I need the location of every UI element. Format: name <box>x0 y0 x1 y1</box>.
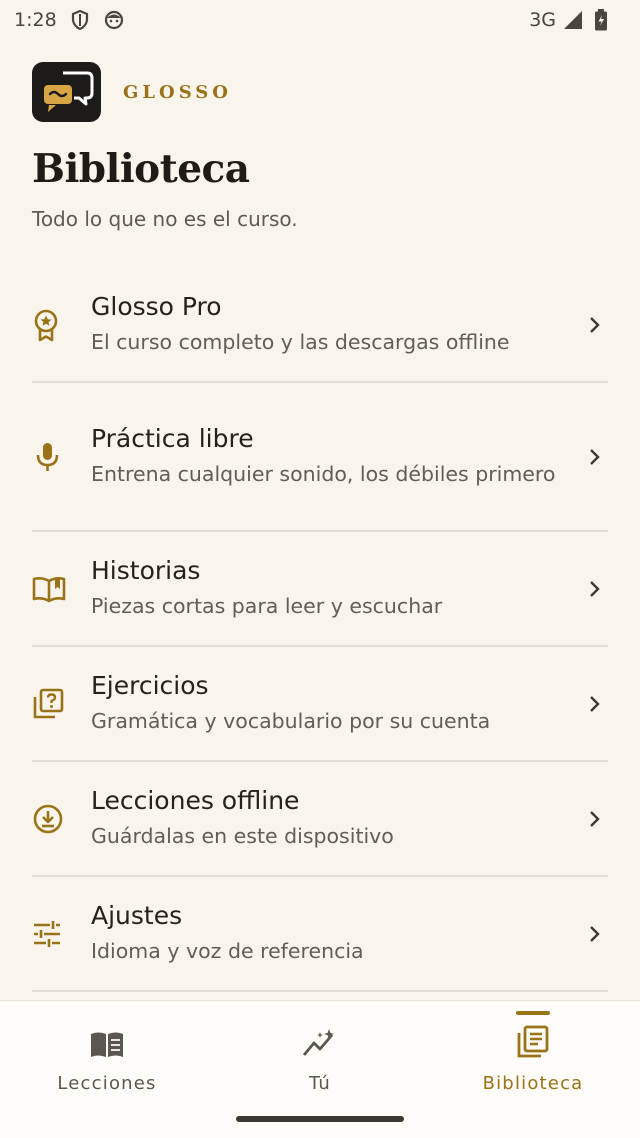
award-icon <box>32 308 91 342</box>
nav-label: Lecciones <box>57 1073 157 1094</box>
page-subtitle: Todo lo que no es el curso. <box>32 207 298 231</box>
menu-item-title: Ejercicios <box>91 670 209 700</box>
download-icon <box>32 803 91 835</box>
chevron-right-icon <box>584 580 604 598</box>
active-tab-indicator <box>516 1011 550 1015</box>
status-left: 1:28 <box>14 9 125 31</box>
chevron-right-icon <box>584 316 604 334</box>
menu-item-title: Historias <box>91 555 201 585</box>
nav-label: Tú <box>308 1073 332 1094</box>
nav-tab-biblioteca[interactable]: Biblioteca <box>443 1011 623 1094</box>
nav-tab-tu[interactable]: Tú <box>230 1011 410 1094</box>
sparkline-icon <box>230 1011 410 1059</box>
face-icon <box>103 9 125 31</box>
chevron-right-icon <box>584 925 604 943</box>
sliders-icon <box>32 920 91 948</box>
chevron-right-icon <box>584 448 604 466</box>
nav-label: Biblioteca <box>482 1073 584 1094</box>
menu-item-ajustes[interactable]: Ajustes Idioma y voz de referencia <box>32 877 608 992</box>
menu-item-description: El curso completo y las descargas offlin… <box>91 329 510 354</box>
page-title: Biblioteca <box>32 146 250 192</box>
open-book-icon <box>32 575 91 603</box>
chat-bubbles-logo <box>32 62 101 122</box>
library-icon <box>443 1011 623 1059</box>
menu-item-description: Guárdalas en este dispositivo <box>91 823 394 848</box>
library-menu: Glosso Pro El curso completo y las desca… <box>32 268 608 992</box>
menu-item-description: Gramática y vocabulario por su cuenta <box>91 708 491 733</box>
menu-item-ejercicios[interactable]: Ejercicios Gramática y vocabulario por s… <box>32 647 608 762</box>
status-right: 3G <box>529 9 612 31</box>
brand-name: GLOSSO <box>123 81 232 103</box>
menu-item-description: Entrena cualquier sonido, los débiles pr… <box>91 461 556 486</box>
chevron-right-icon <box>584 810 604 828</box>
status-bar: 1:28 3G <box>0 0 640 40</box>
menu-item-practica-libre[interactable]: Práctica libre Entrena cualquier sonido,… <box>32 383 608 532</box>
menu-item-title: Práctica libre <box>91 423 254 453</box>
status-time: 1:28 <box>14 9 57 31</box>
menu-item-title: Glosso Pro <box>91 291 222 321</box>
book-icon <box>17 1011 197 1059</box>
chevron-right-icon <box>584 695 604 713</box>
menu-item-description: Piezas cortas para leer y escuchar <box>91 593 443 618</box>
menu-item-title: Ajustes <box>91 900 183 930</box>
brand-header: GLOSSO <box>32 62 232 122</box>
menu-item-title: Lecciones offline <box>91 785 300 815</box>
menu-item-historias[interactable]: Historias Piezas cortas para leer y escu… <box>32 532 608 647</box>
signal-icon <box>562 9 584 31</box>
menu-item-glosso-pro[interactable]: Glosso Pro El curso completo y las desca… <box>32 268 608 383</box>
battery-icon <box>590 9 612 31</box>
nav-tab-lecciones[interactable]: Lecciones <box>17 1011 197 1094</box>
network-type: 3G <box>529 9 556 31</box>
menu-item-lecciones-offline[interactable]: Lecciones offline Guárdalas en este disp… <box>32 762 608 877</box>
quiz-icon <box>32 688 91 720</box>
home-indicator[interactable] <box>236 1116 404 1122</box>
microphone-icon <box>32 440 91 474</box>
shield-icon <box>69 9 91 31</box>
menu-item-description: Idioma y voz de referencia <box>91 938 364 963</box>
